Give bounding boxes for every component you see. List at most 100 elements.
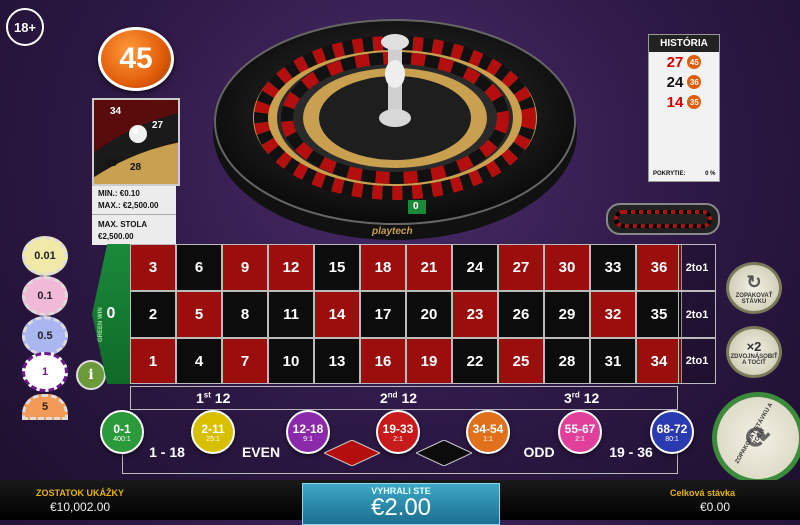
number-cell-9[interactable]: 9 <box>222 244 268 291</box>
number-cell-23[interactable]: 23 <box>452 291 498 338</box>
wheel-brand-logo: playtech <box>372 226 413 237</box>
dozen-2nd[interactable]: 2nd 12 <box>380 390 417 406</box>
number-cell-28[interactable]: 28 <box>544 338 590 384</box>
max-limit: MAX.: €2,500.00 <box>98 201 159 210</box>
split-bet-2-11[interactable]: 2-11 25:1 <box>191 410 235 454</box>
history-panel: HISTÓRIA 27 45 24 36 14 35 POKRYTIE: 0 % <box>648 34 720 182</box>
split-bet-34-54[interactable]: 34-54 1:1 <box>466 410 510 454</box>
zero-label: 0 <box>106 305 116 322</box>
number-cell-7[interactable]: 7 <box>222 338 268 384</box>
win-display: VYHRALI STE €2.00 <box>302 483 500 525</box>
roulette-wheel: 0 playtech <box>212 14 578 242</box>
coverage: POKRYTIE: 0 % <box>653 171 715 177</box>
chip-0.01[interactable]: 0.01 <box>22 236 68 276</box>
history-row: 24 36 <box>649 72 719 92</box>
number-cell-15[interactable]: 15 <box>314 244 360 291</box>
number-cell-2[interactable]: 2 <box>130 291 176 338</box>
number-cell-6[interactable]: 6 <box>176 244 222 291</box>
repeat-bet-button[interactable]: ↻ ZOPAKOVAŤ STÁVKU <box>726 262 782 314</box>
bet-limits-panel: MIN.: €0.10 MAX.: €2,500.00 MAX. STOLA €… <box>92 186 176 245</box>
split-bet-payout: 25:1 <box>206 435 220 443</box>
split-bet-68-72[interactable]: 68-72 80:1 <box>650 410 694 454</box>
chip-selector: 0.01 0.1 0.5 1 5 <box>22 236 68 420</box>
bet-even[interactable]: EVEN <box>226 438 296 466</box>
winning-pocket-label: 0 <box>413 201 419 212</box>
number-cell-29[interactable]: 29 <box>544 291 590 338</box>
number-cell-21[interactable]: 21 <box>406 244 452 291</box>
number-cell-8[interactable]: 8 <box>222 291 268 338</box>
repeat-bet-label: ZOPAKOVAŤ STÁVKU <box>735 292 773 305</box>
coverage-value: 0 % <box>705 171 716 177</box>
number-cell-27[interactable]: 27 <box>498 244 544 291</box>
number-cell-1[interactable]: 1 <box>130 338 176 384</box>
number-cell-26[interactable]: 26 <box>498 291 544 338</box>
double-icon: ×2 <box>746 338 762 354</box>
history-row: 14 35 <box>649 92 719 112</box>
number-cell-20[interactable]: 20 <box>406 291 452 338</box>
number-cell-22[interactable]: 22 <box>452 338 498 384</box>
split-bet-label: 55-67 <box>564 421 596 436</box>
split-bet-label: 12-18 <box>292 421 324 436</box>
split-bet-19-33[interactable]: 19-33 2:1 <box>376 410 420 454</box>
history-ball: 36 <box>687 75 702 89</box>
chip-0.1[interactable]: 0.1 <box>22 276 68 316</box>
chip-5[interactable]: 5 <box>22 394 68 420</box>
betting-table: 0 GREEN WIN 3 6 9 12 15 18 21 24 27 30 33 36 2 5 8 11 14… <box>92 244 716 476</box>
number-cell-5[interactable]: 5 <box>176 291 222 338</box>
number-cell-24[interactable]: 24 <box>452 244 498 291</box>
split-bet-label: 68-72 <box>656 421 688 436</box>
chip-1-selected[interactable]: 1 <box>22 352 68 392</box>
min-limit: MIN.: €0.10 <box>98 189 140 198</box>
split-bet-payout: 80:1 <box>665 435 679 443</box>
number-cell-3[interactable]: 3 <box>130 244 176 291</box>
history-title: HISTÓRIA <box>649 35 719 52</box>
balance-label: ZOSTATOK UKÁŽKY <box>36 488 124 498</box>
number-cell-11[interactable]: 11 <box>268 291 314 338</box>
column-bet[interactable]: 2to1 <box>678 338 716 384</box>
camera-number: 34 <box>110 106 122 117</box>
bet-1-18[interactable]: 1 - 18 <box>132 438 202 466</box>
split-bet-label: 2-11 <box>201 421 225 436</box>
dozen-3rd[interactable]: 3rd 12 <box>564 390 599 406</box>
number-cell-17[interactable]: 17 <box>360 291 406 338</box>
number-cell-35[interactable]: 35 <box>636 291 682 338</box>
dozen-1st[interactable]: 1st 12 <box>196 390 230 406</box>
table-max-label: MAX. STOLA <box>98 220 148 229</box>
coverage-label: POKRYTIE: <box>653 171 686 177</box>
number-cell-18[interactable]: 18 <box>360 244 406 291</box>
number-cell-4[interactable]: 4 <box>176 338 222 384</box>
column-bet[interactable]: 2to1 <box>678 291 716 338</box>
bet-red-diamond[interactable] <box>322 439 382 471</box>
number-cell-32[interactable]: 32 <box>590 291 636 338</box>
split-bet-55-67[interactable]: 55-67 2:1 <box>558 410 602 454</box>
column-bet[interactable]: 2to1 <box>678 244 716 291</box>
double-and-spin-button[interactable]: ×2 ZDVOJNÁSOBIŤ A TOČIŤ <box>726 326 782 378</box>
number-cell-13[interactable]: 13 <box>314 338 360 384</box>
last-result-ball: 45 <box>98 27 174 91</box>
split-bet-12-18[interactable]: 12-18 9:1 <box>286 410 330 454</box>
history-value: 14 <box>666 93 684 111</box>
split-bet-payout: 9:1 <box>303 435 313 443</box>
repeat-bet-and-spin-button[interactable]: ⟳ ZOPAKOVAŤ STÁVKU A TOČIŤ <box>712 392 800 484</box>
number-cell-19[interactable]: 19 <box>406 338 452 384</box>
split-bet-0-1[interactable]: 0-1 400:1 <box>100 410 144 454</box>
table-max-value: €2,500.00 <box>98 232 134 241</box>
number-cell-36[interactable]: 36 <box>636 244 682 291</box>
total-bet-label: Celková stávka <box>670 488 736 498</box>
camera-number: 27 <box>152 120 164 131</box>
split-bet-payout: 1:1 <box>483 435 493 443</box>
number-cell-14[interactable]: 14 <box>314 291 360 338</box>
number-cell-31[interactable]: 31 <box>590 338 636 384</box>
total-bet-value: €0.00 <box>700 500 731 514</box>
number-cell-12[interactable]: 12 <box>268 244 314 291</box>
number-cell-33[interactable]: 33 <box>590 244 636 291</box>
number-cell-25[interactable]: 25 <box>498 338 544 384</box>
number-cell-30[interactable]: 30 <box>544 244 590 291</box>
bet-black-diamond[interactable] <box>414 439 474 471</box>
racetrack-button[interactable] <box>606 203 720 235</box>
number-cell-16[interactable]: 16 <box>360 338 406 384</box>
number-cell-10[interactable]: 10 <box>268 338 314 384</box>
chip-0.5[interactable]: 0.5 <box>22 316 68 356</box>
number-cell-34[interactable]: 34 <box>636 338 682 384</box>
split-bet-payout: 400:1 <box>113 435 131 443</box>
